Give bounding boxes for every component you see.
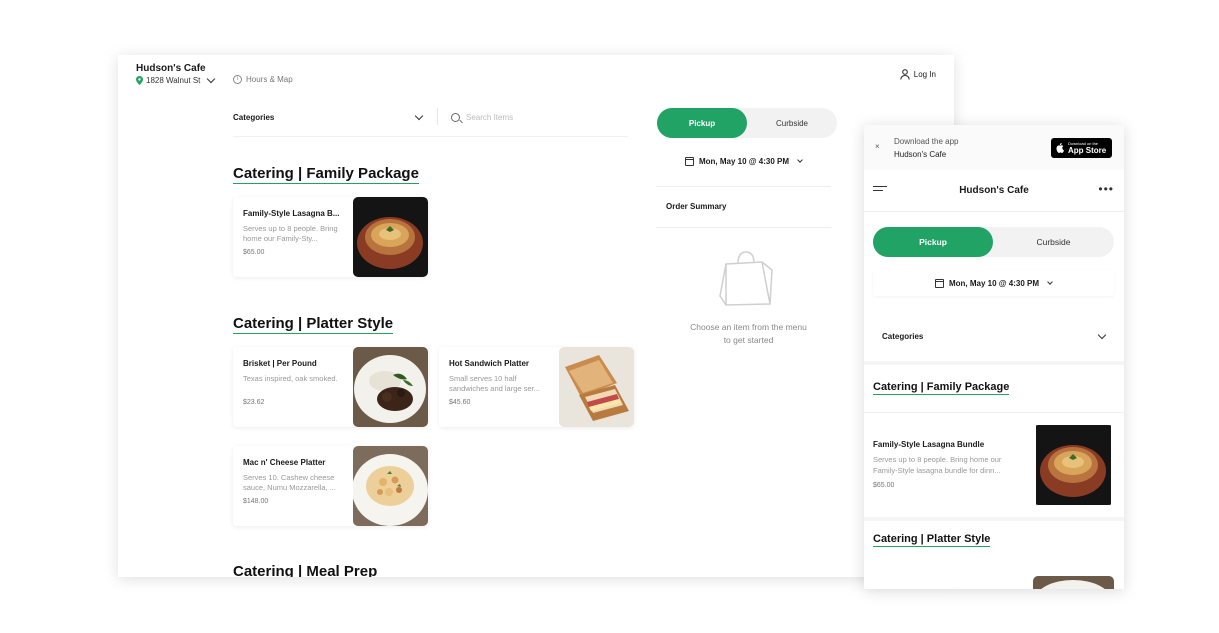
menu-item-card[interactable]: Brisket | Per Pound Texas inspired, oak …: [233, 347, 428, 427]
categories-dropdown[interactable]: Categories: [873, 323, 1114, 349]
item-name: Brisket | Per Pound: [243, 359, 317, 368]
chevron-down-icon: [1047, 279, 1053, 285]
pickup-option[interactable]: Pickup: [657, 108, 747, 138]
empty-cart-line1: Choose an item from the menu: [690, 322, 807, 332]
curbside-option[interactable]: Curbside: [747, 108, 837, 138]
section-title-meal-prep: Catering | Meal Prep: [233, 563, 378, 577]
menu-item-card[interactable]: Mac n' Cheese Platter Serves 10. Cashew …: [233, 446, 428, 526]
divider: [656, 186, 831, 187]
item-description: Texas inspired, oak smoked.: [243, 374, 338, 383]
item-name: Mac n' Cheese Platter: [243, 458, 326, 467]
divider: [864, 412, 1124, 413]
section-title-platter-style: Catering | Platter Style: [873, 533, 991, 547]
item-name: Family-Style Lasagna Bundle: [873, 440, 985, 449]
curbside-option[interactable]: Curbside: [993, 227, 1114, 257]
item-price: $65.00: [243, 249, 265, 256]
item-price: $45.60: [449, 399, 471, 406]
menu-item-card[interactable]: Family-Style Lasagna B... Serves up to 8…: [233, 197, 428, 277]
close-icon[interactable]: ×: [875, 142, 880, 151]
sandwich-image: [559, 347, 634, 427]
fulfillment-toggle[interactable]: Pickup Curbside: [657, 108, 837, 138]
item-price: $65.00: [873, 482, 895, 489]
login-label: Log In: [913, 70, 936, 79]
categories-dropdown[interactable]: Categories: [233, 105, 430, 129]
mac-cheese-image: [353, 446, 428, 526]
date-time-label: Mon, May 10 @ 4:30 PM: [948, 278, 1040, 288]
app-store-button[interactable]: Download on the App Store: [1051, 138, 1112, 158]
calendar-icon: [684, 156, 694, 166]
search-input[interactable]: Search Items: [451, 105, 513, 129]
order-summary-title: Order Summary: [666, 202, 727, 211]
date-time-selector[interactable]: Mon, May 10 @ 4:30 PM: [656, 150, 831, 172]
lasagna-image: [353, 197, 428, 277]
chevron-down-icon: [1097, 330, 1107, 339]
date-time-selector[interactable]: Mon, May 10 @ 4:30 PM: [873, 270, 1114, 296]
item-description: Serves 10. Cashew cheese sauce, Numu Moz…: [243, 473, 336, 492]
mobile-window: × Download the app Hudson's Cafe Downloa…: [864, 125, 1124, 589]
divider: [864, 361, 1124, 365]
menu-item-card[interactable]: Hot Sandwich Platter Small serves 10 hal…: [439, 347, 634, 427]
fulfillment-toggle[interactable]: Pickup Curbside: [873, 227, 1114, 257]
empty-cart-line2: to get started: [723, 335, 774, 345]
mobile-header: Hudson's Cafe •••: [864, 170, 1124, 212]
mobile-title: Hudson's Cafe: [959, 185, 1029, 196]
search-placeholder: Search Items: [466, 112, 514, 122]
item-price: $148.00: [243, 498, 269, 505]
calendar-icon: [934, 278, 944, 288]
pickup-option[interactable]: Pickup: [873, 227, 993, 257]
empty-cart-message: Choose an item from the menu to get star…: [666, 321, 831, 347]
section-title-family-package: Catering | Family Package: [233, 165, 419, 184]
more-icon[interactable]: •••: [1098, 183, 1114, 195]
brisket-image: [1033, 576, 1114, 589]
chevron-down-icon: [414, 111, 424, 120]
item-name: Hot Sandwich Platter: [449, 359, 530, 368]
app-download-banner: × Download the app Hudson's Cafe Downloa…: [864, 125, 1124, 170]
item-description: Serves up to 8 people. Bring home our Fa…: [243, 224, 338, 243]
app-store-big-text: App Store: [1068, 146, 1107, 155]
hours-map-link[interactable]: i Hours & Map: [233, 75, 293, 84]
address-selector[interactable]: 1828 Walnut St: [136, 74, 216, 85]
apple-icon: [1056, 143, 1064, 153]
date-time-label: Mon, May 10 @ 4:30 PM: [698, 156, 790, 166]
store-name: Hudson's Cafe: [136, 63, 206, 74]
info-icon: i: [233, 75, 242, 84]
item-name: Family-Style Lasagna B...: [243, 209, 340, 218]
divider: [864, 517, 1124, 521]
chevron-down-icon: [207, 74, 216, 84]
address-text: 1828 Walnut St: [146, 76, 201, 85]
item-description: Small serves 10 half sandwiches and larg…: [449, 374, 540, 393]
login-button[interactable]: Log In: [900, 69, 936, 80]
categories-label: Categories: [233, 112, 275, 122]
divider: [437, 108, 438, 125]
menu-item-card[interactable]: Family-Style Lasagna Bundle Serves up to…: [864, 421, 1124, 507]
desktop-window: Hudson's Cafe 1828 Walnut St i Hours & M…: [118, 55, 954, 577]
section-title-family-package: Catering | Family Package: [873, 381, 1010, 395]
lasagna-image: [1033, 425, 1114, 505]
brisket-image: [353, 347, 428, 427]
chevron-down-icon: [797, 157, 803, 163]
item-description: Serves up to 8 people. Bring home our Fa…: [873, 455, 1002, 475]
categories-label: Categories: [882, 331, 924, 341]
desktop-header: Hudson's Cafe 1828 Walnut St i Hours & M…: [118, 55, 954, 95]
divider: [233, 136, 628, 137]
divider: [656, 227, 831, 228]
user-icon: [900, 69, 910, 80]
search-icon: [451, 112, 460, 122]
banner-store-name: Hudson's Cafe: [894, 150, 947, 159]
location-pin-icon: [136, 76, 143, 85]
item-price: $23.62: [243, 399, 265, 406]
section-title-platter-style: Catering | Platter Style: [233, 315, 394, 334]
hours-map-label: Hours & Map: [246, 75, 293, 84]
banner-text: Download the app: [894, 137, 959, 146]
shopping-bag-icon: [719, 251, 773, 306]
